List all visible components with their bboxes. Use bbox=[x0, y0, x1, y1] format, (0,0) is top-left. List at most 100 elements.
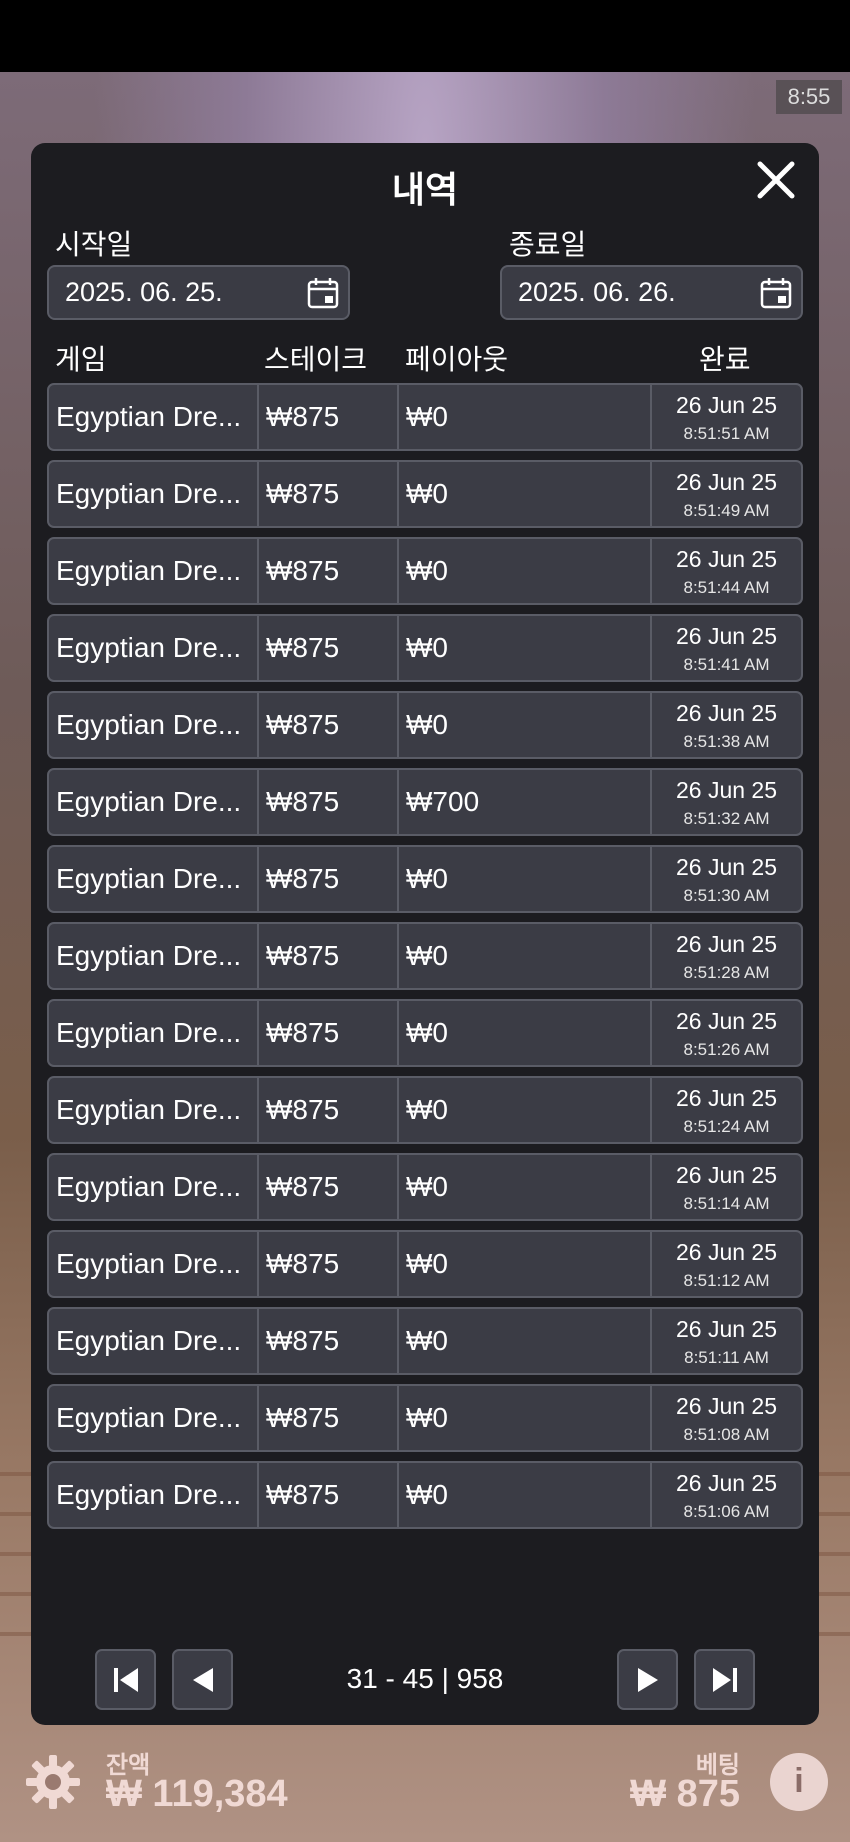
completed-date: 26 Jun 25 bbox=[675, 469, 778, 495]
payout-cell: ₩0 bbox=[399, 1309, 652, 1373]
info-icon: i bbox=[794, 1762, 804, 1800]
completed-time: 8:51:49 AM bbox=[683, 501, 770, 520]
payout-cell: ₩0 bbox=[399, 1078, 652, 1142]
completed-date: 26 Jun 25 bbox=[675, 931, 778, 957]
completed-cell: 26 Jun 25 8:51:30 AM bbox=[652, 847, 801, 911]
completed-time: 8:51:38 AM bbox=[683, 732, 770, 751]
completed-cell: 26 Jun 25 8:51:12 AM bbox=[652, 1232, 801, 1296]
table-row[interactable]: Egyptian Dre... ₩875 ₩0 26 Jun 25 8:51:11 AM bbox=[47, 1307, 803, 1375]
table-row[interactable]: Egyptian Dre... ₩875 ₩0 26 Jun 25 8:51:28 AM bbox=[47, 922, 803, 990]
completed-cell: 26 Jun 25 8:51:49 AM bbox=[652, 462, 801, 526]
completed-cell: 26 Jun 25 8:51:11 AM bbox=[652, 1309, 801, 1373]
pagination: 31 - 45 | 958 bbox=[31, 1649, 819, 1711]
completed-date: 26 Jun 25 bbox=[675, 1239, 778, 1265]
table-row[interactable]: Egyptian Dre... ₩875 ₩700 26 Jun 25 8:51:32 … bbox=[47, 768, 803, 836]
info-button[interactable]: i bbox=[770, 1753, 828, 1811]
game-cell: Egyptian Dre... bbox=[49, 1155, 259, 1219]
completed-date: 26 Jun 25 bbox=[675, 1393, 778, 1419]
calendar-icon bbox=[760, 278, 792, 309]
completed-date: 26 Jun 25 bbox=[675, 700, 778, 726]
completed-time: 8:51:32 AM bbox=[683, 809, 770, 828]
payout-cell: ₩0 bbox=[399, 385, 652, 449]
payout-cell: ₩0 bbox=[399, 1386, 652, 1450]
payout-cell: ₩0 bbox=[399, 462, 652, 526]
end-date-label: 종료일 bbox=[509, 229, 587, 260]
completed-cell: 26 Jun 25 8:51:51 AM bbox=[652, 385, 801, 449]
table-row[interactable]: Egyptian Dre... ₩875 ₩0 26 Jun 25 8:51:06 AM bbox=[47, 1461, 803, 1529]
settings-button[interactable] bbox=[24, 1753, 82, 1811]
completed-time: 8:51:51 AM bbox=[683, 424, 770, 443]
gear-icon bbox=[26, 1755, 80, 1809]
game-cell: Egyptian Dre... bbox=[49, 616, 259, 680]
game-cell: Egyptian Dre... bbox=[49, 385, 259, 449]
stake-cell: ₩875 bbox=[259, 1001, 399, 1065]
game-cell: Egyptian Dre... bbox=[49, 1309, 259, 1373]
status-bar bbox=[0, 0, 850, 72]
completed-time: 8:51:12 AM bbox=[683, 1271, 770, 1290]
end-date-field[interactable]: 2025. 06. 26. bbox=[500, 265, 803, 320]
completed-time: 8:51:30 AM bbox=[683, 886, 770, 905]
completed-time: 8:51:41 AM bbox=[683, 655, 770, 674]
stake-cell: ₩875 bbox=[259, 1309, 399, 1373]
completed-cell: 26 Jun 25 8:51:41 AM bbox=[652, 616, 801, 680]
stake-cell: ₩875 bbox=[259, 385, 399, 449]
completed-time: 8:51:11 AM bbox=[684, 1348, 769, 1367]
payout-cell: ₩0 bbox=[399, 616, 652, 680]
completed-time: 8:51:28 AM bbox=[683, 963, 770, 982]
column-header-payout: 페이아웃 bbox=[405, 344, 509, 375]
completed-time: 8:51:26 AM bbox=[683, 1040, 770, 1059]
completed-time: 8:51:06 AM bbox=[683, 1502, 770, 1521]
completed-cell: 26 Jun 25 8:51:08 AM bbox=[652, 1386, 801, 1450]
column-header-stake: 스테이크 bbox=[264, 344, 368, 375]
table-row[interactable]: Egyptian Dre... ₩875 ₩0 26 Jun 25 8:51:49 AM bbox=[47, 460, 803, 528]
table-row[interactable]: Egyptian Dre... ₩875 ₩0 26 Jun 25 8:51:12 AM bbox=[47, 1230, 803, 1298]
game-cell: Egyptian Dre... bbox=[49, 770, 259, 834]
last-page-button[interactable] bbox=[694, 1649, 755, 1710]
table-row[interactable]: Egyptian Dre... ₩875 ₩0 26 Jun 25 8:51:41 AM bbox=[47, 614, 803, 682]
game-cell: Egyptian Dre... bbox=[49, 693, 259, 757]
table-row[interactable]: Egyptian Dre... ₩875 ₩0 26 Jun 25 8:51:14 AM bbox=[47, 1153, 803, 1221]
completed-date: 26 Jun 25 bbox=[675, 546, 778, 572]
start-date-value: 2025. 06. 25. bbox=[65, 277, 223, 307]
next-page-icon bbox=[638, 1668, 658, 1692]
stake-cell: ₩875 bbox=[259, 847, 399, 911]
stake-cell: ₩875 bbox=[259, 770, 399, 834]
completed-time: 8:51:24 AM bbox=[683, 1117, 770, 1136]
balance-value: ₩ 119,384 bbox=[106, 1773, 288, 1815]
table-row[interactable]: Egyptian Dre... ₩875 ₩0 26 Jun 25 8:51:08 AM bbox=[47, 1384, 803, 1452]
close-button[interactable] bbox=[751, 155, 801, 205]
next-page-button[interactable] bbox=[617, 1649, 678, 1710]
completed-cell: 26 Jun 25 8:51:44 AM bbox=[652, 539, 801, 603]
table-row[interactable]: Egyptian Dre... ₩875 ₩0 26 Jun 25 8:51:44 AM bbox=[47, 537, 803, 605]
completed-date: 26 Jun 25 bbox=[675, 1008, 778, 1034]
table-row[interactable]: Egyptian Dre... ₩875 ₩0 26 Jun 25 8:51:26 AM bbox=[47, 999, 803, 1067]
completed-cell: 26 Jun 25 8:51:32 AM bbox=[652, 770, 801, 834]
payout-cell: ₩0 bbox=[399, 924, 652, 988]
completed-time: 8:51:44 AM bbox=[683, 578, 770, 597]
game-cell: Egyptian Dre... bbox=[49, 1232, 259, 1296]
stake-cell: ₩875 bbox=[259, 616, 399, 680]
completed-cell: 26 Jun 25 8:51:06 AM bbox=[652, 1463, 801, 1527]
game-footer: 잔액 ₩ 119,384 베팅 ₩ 875 i bbox=[0, 1735, 850, 1842]
payout-cell: ₩0 bbox=[399, 693, 652, 757]
game-cell: Egyptian Dre... bbox=[49, 462, 259, 526]
completed-time: 8:51:08 AM bbox=[683, 1425, 770, 1444]
completed-cell: 26 Jun 25 8:51:38 AM bbox=[652, 693, 801, 757]
table-row[interactable]: Egyptian Dre... ₩875 ₩0 26 Jun 25 8:51:38 AM bbox=[47, 691, 803, 759]
table-row[interactable]: Egyptian Dre... ₩875 ₩0 26 Jun 25 8:51:30 AM bbox=[47, 845, 803, 913]
calendar-icon bbox=[307, 278, 339, 309]
stake-cell: ₩875 bbox=[259, 924, 399, 988]
table-row[interactable]: Egyptian Dre... ₩875 ₩0 26 Jun 25 8:51:51 AM bbox=[47, 383, 803, 451]
start-date-field[interactable]: 2025. 06. 25. bbox=[47, 265, 350, 320]
payout-cell: ₩700 bbox=[399, 770, 652, 834]
stake-cell: ₩875 bbox=[259, 1463, 399, 1527]
table-row[interactable]: Egyptian Dre... ₩875 ₩0 26 Jun 25 8:51:24 AM bbox=[47, 1076, 803, 1144]
completed-date: 26 Jun 25 bbox=[675, 1316, 778, 1342]
completed-date: 26 Jun 25 bbox=[675, 777, 778, 803]
last-page-icon bbox=[713, 1668, 737, 1692]
completed-date: 26 Jun 25 bbox=[675, 1085, 778, 1111]
completed-cell: 26 Jun 25 8:51:26 AM bbox=[652, 1001, 801, 1065]
payout-cell: ₩0 bbox=[399, 1463, 652, 1527]
stake-cell: ₩875 bbox=[259, 1078, 399, 1142]
completed-date: 26 Jun 25 bbox=[675, 1470, 778, 1496]
